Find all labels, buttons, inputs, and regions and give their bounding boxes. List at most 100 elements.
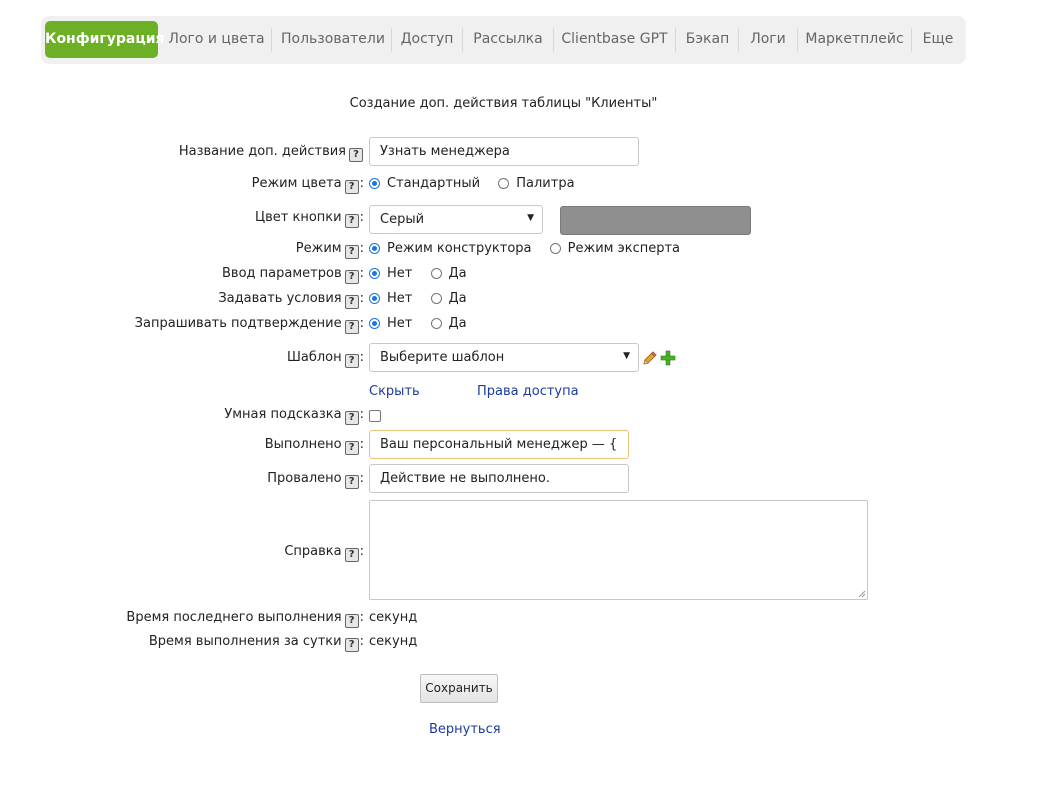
daily-exec-label: Время выполнения за сутки — [148, 634, 342, 649]
last-exec-label-row: Время последнего выполнения?: — [126, 610, 364, 628]
help-icon[interactable]: ? — [344, 295, 359, 309]
access-rights-link[interactable]: Права доступа — [477, 384, 579, 399]
plus-icon[interactable] — [660, 350, 676, 366]
radio-unchecked[interactable] — [430, 268, 442, 279]
resize-handle-icon[interactable] — [858, 590, 866, 598]
tab-access[interactable]: Доступ — [395, 21, 459, 58]
set-conditions-no[interactable]: Нет — [369, 289, 412, 309]
option-label: Нет — [387, 266, 413, 281]
help-text-label-row: Справка?: — [284, 544, 364, 562]
mode-constructor[interactable]: Режим конструктора — [369, 239, 532, 259]
radio-checked[interactable] — [369, 318, 380, 329]
done-label-row: Выполнено?: — [264, 437, 364, 455]
button-color-select[interactable]: Серый ▼ — [369, 205, 543, 234]
button-color-preview — [560, 206, 751, 235]
input-params-label: Ввод параметров — [222, 266, 342, 281]
tab-logs[interactable]: Логи — [742, 21, 794, 58]
name-label-row: Название доп. действия? — [0, 142, 364, 162]
action-name-input[interactable] — [369, 137, 639, 166]
tab-clientbase-gpt[interactable]: Clientbase GPT — [557, 21, 672, 58]
help-icon[interactable]: ? — [349, 148, 363, 162]
color-mode-options: Стандартный Палитра — [369, 174, 589, 194]
caret-down-icon: ▼ — [623, 350, 630, 361]
daily-exec-value: секунд — [369, 634, 418, 649]
help-icon[interactable]: ? — [344, 245, 359, 259]
color-mode-label: Режим цвета — [251, 176, 342, 191]
help-icon[interactable]: ? — [344, 441, 359, 455]
tab-configuration[interactable]: Конфигурация — [45, 21, 165, 58]
smart-hint-checkbox[interactable] — [369, 410, 381, 422]
help-icon[interactable]: ? — [344, 614, 359, 628]
radio-unchecked[interactable] — [430, 293, 442, 304]
radio-unchecked[interactable] — [549, 243, 561, 254]
help-textarea[interactable] — [369, 500, 868, 600]
input-params-label-row: Ввод параметров?: — [222, 266, 364, 284]
option-label: Стандартный — [387, 176, 481, 191]
tab-logo-colors[interactable]: Лого и цвета — [165, 21, 268, 58]
tab-separator — [675, 28, 676, 52]
failure-message-input[interactable] — [369, 464, 629, 493]
help-icon[interactable]: ? — [344, 214, 359, 228]
tab-separator — [738, 28, 739, 52]
ask-confirm-yes[interactable]: Да — [430, 314, 467, 334]
template-label-row: Шаблон?: — [286, 350, 364, 368]
radio-unchecked[interactable] — [430, 318, 442, 329]
ask-confirm-no[interactable]: Нет — [369, 314, 412, 334]
last-exec-value: секунд — [369, 610, 418, 625]
daily-exec-label-row: Время выполнения за сутки?: — [148, 634, 364, 652]
success-message-input[interactable] — [369, 430, 629, 459]
tab-more[interactable]: Еще — [915, 21, 961, 58]
help-icon[interactable]: ? — [344, 180, 359, 194]
option-label: Режим конструктора — [387, 241, 532, 256]
set-conditions-label: Задавать условия — [218, 291, 342, 306]
input-params-options: Нет Да — [369, 264, 481, 284]
help-icon[interactable]: ? — [344, 548, 359, 562]
caret-down-icon: ▼ — [527, 212, 534, 223]
help-text-label: Справка — [284, 544, 342, 559]
help-icon[interactable]: ? — [344, 320, 359, 334]
smart-hint-label-row: Умная подсказка?: — [224, 407, 364, 425]
help-icon[interactable]: ? — [344, 475, 359, 489]
tab-separator — [391, 28, 392, 52]
tab-separator — [797, 28, 798, 52]
back-link[interactable]: Вернуться — [429, 722, 501, 737]
mode-expert[interactable]: Режим эксперта — [549, 239, 680, 259]
tab-marketplace[interactable]: Маркетплейс — [801, 21, 908, 58]
done-label: Выполнено — [264, 437, 342, 452]
color-mode-palette[interactable]: Палитра — [498, 174, 575, 194]
help-icon[interactable]: ? — [344, 638, 359, 652]
option-label: Палитра — [516, 176, 575, 191]
color-mode-standard[interactable]: Стандартный — [369, 174, 480, 194]
set-conditions-yes[interactable]: Да — [430, 289, 467, 309]
help-icon[interactable]: ? — [344, 411, 359, 425]
mode-label: Режим — [295, 241, 342, 256]
radio-unchecked[interactable] — [498, 178, 510, 189]
tab-mailing[interactable]: Рассылка — [466, 21, 550, 58]
input-params-yes[interactable]: Да — [430, 264, 467, 284]
set-conditions-options: Нет Да — [369, 289, 481, 309]
radio-checked[interactable] — [369, 293, 380, 304]
option-label: Да — [448, 291, 467, 306]
hide-link[interactable]: Скрыть — [369, 384, 420, 399]
selected-value: Выберите шаблон — [380, 350, 505, 365]
tab-backup[interactable]: Бэкап — [679, 21, 736, 58]
tab-separator — [462, 28, 463, 52]
help-icon[interactable]: ? — [344, 354, 359, 368]
tab-users[interactable]: Пользователи — [275, 21, 391, 58]
save-button[interactable]: Сохранить — [420, 674, 498, 703]
template-select[interactable]: Выберите шаблон ▼ — [369, 343, 639, 372]
settings-tabs: Конфигурация Лого и цвета Пользователи Д… — [41, 16, 966, 64]
tab-separator — [271, 28, 272, 52]
pencil-icon[interactable] — [642, 350, 658, 366]
button-color-label-row: Цвет кнопки?: — [255, 210, 364, 228]
option-label: Нет — [387, 316, 413, 331]
smart-hint-label: Умная подсказка — [224, 407, 342, 422]
radio-checked[interactable] — [369, 178, 380, 189]
input-params-no[interactable]: Нет — [369, 264, 412, 284]
ask-confirm-label-row: Запрашивать подтверждение?: — [134, 316, 364, 334]
radio-checked[interactable] — [369, 243, 380, 254]
failed-label-row: Провалено?: — [267, 471, 364, 489]
tab-separator — [911, 28, 912, 52]
help-icon[interactable]: ? — [344, 270, 359, 284]
radio-checked[interactable] — [369, 268, 380, 279]
